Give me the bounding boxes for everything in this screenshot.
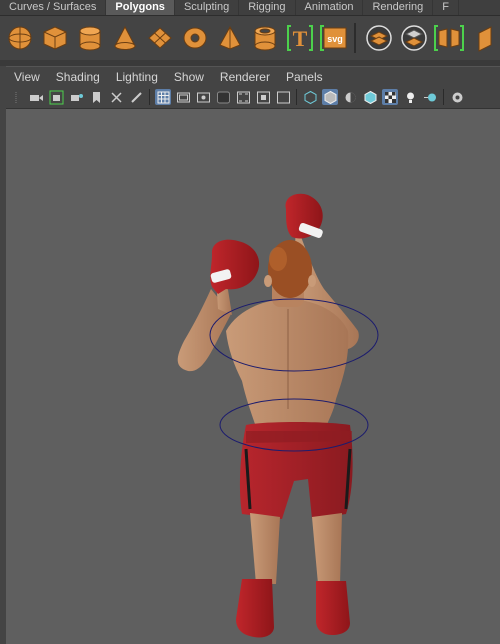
left-leg — [250, 513, 280, 584]
left-ear — [264, 275, 272, 287]
tab-more[interactable]: F — [433, 0, 459, 15]
menu-view[interactable]: View — [6, 70, 48, 84]
torso-back — [226, 299, 349, 427]
tab-rendering[interactable]: Rendering — [363, 0, 434, 15]
separate-icon[interactable] — [399, 22, 430, 54]
camera-icon[interactable] — [28, 89, 44, 105]
toolbar-handle-icon — [8, 89, 24, 105]
safe-action-icon[interactable] — [255, 89, 271, 105]
toolbar-separator — [296, 89, 297, 105]
camera-lock-icon[interactable] — [48, 89, 64, 105]
shadows-icon[interactable] — [422, 89, 438, 105]
textured-icon[interactable] — [382, 89, 398, 105]
safe-title-icon[interactable] — [275, 89, 291, 105]
left-shoe — [236, 579, 274, 638]
toolbar-separator — [149, 89, 150, 105]
xray-icon[interactable] — [449, 89, 465, 105]
polygons-shelf: T svg — [0, 16, 500, 60]
right-ear — [308, 275, 316, 287]
use-all-lights-icon[interactable] — [402, 89, 418, 105]
poly-cube-icon[interactable] — [39, 22, 70, 54]
grid-icon[interactable] — [155, 89, 171, 105]
poly-plane-icon[interactable] — [144, 22, 175, 54]
poly-cone-icon[interactable] — [109, 22, 140, 54]
menu-lighting[interactable]: Lighting — [108, 70, 166, 84]
left-glove — [210, 239, 260, 294]
combine-icon[interactable] — [364, 22, 395, 54]
gate-mask-icon[interactable] — [215, 89, 231, 105]
panel-menu-bar: View Shading Lighting Show Renderer Pane… — [6, 66, 500, 87]
image-plane-icon[interactable] — [108, 89, 124, 105]
camera-attributes-icon[interactable] — [68, 89, 84, 105]
shelf-separator — [354, 23, 356, 53]
right-leg — [312, 513, 342, 584]
use-default-material-icon[interactable] — [342, 89, 358, 105]
poly-torus-icon[interactable] — [179, 22, 210, 54]
tab-curves-surfaces[interactable]: Curves / Surfaces — [0, 0, 107, 15]
boxer-model[interactable] — [6, 109, 500, 644]
menu-show[interactable]: Show — [166, 70, 212, 84]
tab-animation[interactable]: Animation — [296, 0, 364, 15]
menu-shading[interactable]: Shading — [48, 70, 108, 84]
svg-label: svg — [327, 34, 343, 44]
mirror-icon[interactable] — [434, 22, 465, 54]
resolution-gate-icon[interactable] — [195, 89, 211, 105]
menu-renderer[interactable]: Renderer — [212, 70, 278, 84]
shelf-tab-bar: Curves / Surfaces Polygons Sculpting Rig… — [0, 0, 500, 16]
hair-highlight — [269, 247, 287, 271]
pencil-icon[interactable] — [128, 89, 144, 105]
poly-pipe-icon[interactable] — [249, 22, 280, 54]
wireframe-icon[interactable] — [302, 89, 318, 105]
right-shoe — [316, 581, 350, 635]
toolbar-separator — [443, 89, 444, 105]
film-gate-icon[interactable] — [175, 89, 191, 105]
shorts-waistband — [246, 431, 352, 443]
svg-icon[interactable]: svg — [319, 22, 350, 54]
field-chart-icon[interactable] — [235, 89, 251, 105]
poly-pyramid-icon[interactable] — [214, 22, 245, 54]
bookmark-icon[interactable] — [88, 89, 104, 105]
tab-sculpting[interactable]: Sculpting — [175, 0, 240, 15]
tab-polygons[interactable]: Polygons — [106, 0, 175, 15]
wireframe-on-shaded-icon[interactable] — [362, 89, 378, 105]
poly-type-icon[interactable]: T — [284, 22, 315, 54]
panel-toolbar — [6, 86, 500, 109]
smooth-shade-icon[interactable] — [322, 89, 338, 105]
next-shelf-icon[interactable] — [469, 22, 500, 54]
type-label: T — [292, 26, 307, 51]
poly-sphere-icon[interactable] — [4, 22, 35, 54]
tab-rigging[interactable]: Rigging — [239, 0, 296, 15]
perspective-viewport[interactable] — [6, 109, 500, 644]
poly-cylinder-icon[interactable] — [74, 22, 105, 54]
menu-panels[interactable]: Panels — [278, 70, 331, 84]
